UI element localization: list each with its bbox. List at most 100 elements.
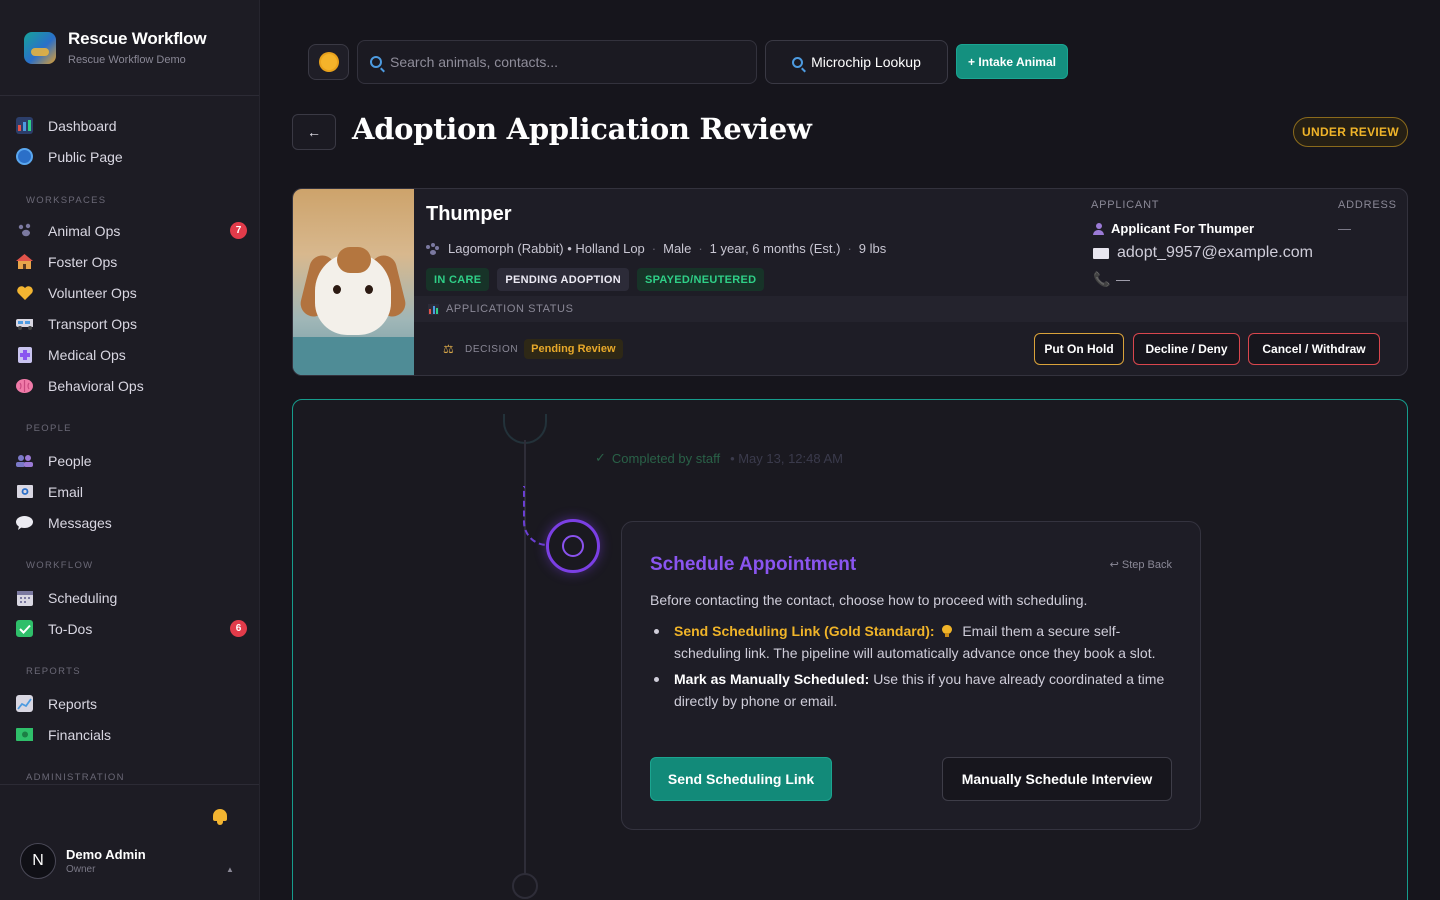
- sidebar-item-label: Volunteer Ops: [48, 284, 137, 301]
- sidebar-item-label: Financials: [48, 726, 112, 743]
- status-badge: UNDER REVIEW: [1293, 117, 1408, 147]
- search-input[interactable]: [390, 54, 750, 70]
- sidebar-item-email[interactable]: Email: [0, 476, 259, 507]
- sidebar-item-label: Foster Ops: [48, 253, 118, 270]
- sidebar-item-label: Email: [48, 483, 84, 500]
- bar-chart-icon: [16, 117, 33, 134]
- sidebar-item-transport-ops[interactable]: Transport Ops: [0, 308, 259, 339]
- application-summary-card: Thumper Lagomorph (Rabbit) • Holland Lop…: [292, 188, 1408, 376]
- search-icon: [792, 56, 804, 68]
- application-status-header: APPLICATION STATUS: [414, 296, 1407, 322]
- animal-name[interactable]: Thumper: [426, 203, 512, 226]
- globe-icon: [16, 148, 33, 165]
- intake-animal-button[interactable]: + Intake Animal: [956, 44, 1068, 79]
- animal-sex: Male: [663, 241, 692, 256]
- step-back-button[interactable]: ↩ Step Back: [1110, 558, 1172, 571]
- applicant-name[interactable]: Applicant For Thumper: [1093, 221, 1254, 236]
- sidebar-item-label: Public Page: [48, 148, 123, 165]
- sidebar-item-scheduling[interactable]: Scheduling: [0, 582, 259, 613]
- sidebar-item-messages[interactable]: Messages: [0, 507, 259, 538]
- schedule-appointment-card: Schedule Appointment ↩ Step Back Before …: [621, 521, 1201, 830]
- decline-button[interactable]: Decline / Deny: [1133, 333, 1240, 365]
- address-value: —: [1338, 221, 1351, 236]
- microchip-lookup-button[interactable]: Microchip Lookup: [765, 40, 948, 84]
- timeline-connector: [523, 486, 549, 546]
- sidebar-item-people[interactable]: People: [0, 445, 259, 476]
- sidebar-item-animal-ops[interactable]: Animal Ops 7: [0, 215, 259, 246]
- microchip-lookup-label: Microchip Lookup: [811, 54, 921, 70]
- option-title: Send Scheduling Link (Gold Standard):: [674, 623, 935, 639]
- sidebar-footer: N Demo Admin Owner ▲: [0, 784, 259, 900]
- completed-text: Completed by staff: [611, 450, 721, 466]
- brand-logo-icon: [24, 31, 56, 64]
- applicant-phone: 📞 —: [1093, 271, 1130, 287]
- sidebar-item-label: Messages: [48, 514, 112, 531]
- sidebar-item-behavioral-ops[interactable]: Behavioral Ops: [0, 370, 259, 401]
- van-icon: [16, 315, 33, 332]
- status-tag: SPAYED/NEUTERED: [636, 268, 765, 291]
- phone-icon: 📞: [1093, 271, 1111, 287]
- paw-icon: [426, 242, 439, 255]
- email-icon: [16, 483, 33, 500]
- medical-icon: [16, 346, 33, 363]
- send-scheduling-link-button[interactable]: Send Scheduling Link: [650, 757, 832, 801]
- brand-subtitle: Rescue Workflow Demo: [68, 54, 186, 66]
- scale-icon: ⚖: [443, 342, 454, 356]
- avatar: N: [20, 843, 56, 879]
- chat-bubble-icon: [16, 514, 33, 531]
- sidebar-item-reports[interactable]: Reports: [0, 688, 259, 719]
- sidebar-item-label: Scheduling: [48, 589, 118, 606]
- sidebar-item-volunteer-ops[interactable]: Volunteer Ops: [0, 277, 259, 308]
- list-item: Mark as Manually Scheduled: Use this if …: [650, 668, 1174, 712]
- notification-badge: 6: [230, 620, 247, 637]
- person-icon: [1093, 222, 1104, 235]
- calendar-icon: [16, 589, 33, 606]
- manually-schedule-button[interactable]: Manually Schedule Interview: [942, 757, 1172, 801]
- animal-weight: 9 lbs: [858, 241, 887, 256]
- lightbulb-icon: [942, 625, 953, 637]
- search-bar[interactable]: [357, 40, 757, 84]
- sidebar-item-label: Transport Ops: [48, 315, 137, 332]
- line-chart-icon: [16, 695, 33, 712]
- sidebar-item-medical-ops[interactable]: Medical Ops: [0, 339, 259, 370]
- sidebar-item-label: Medical Ops: [48, 346, 126, 363]
- applicant-email[interactable]: adopt_9957@example.com: [1093, 244, 1313, 262]
- status-tag: PENDING ADOPTION: [497, 268, 629, 291]
- bell-icon[interactable]: [211, 807, 229, 825]
- sun-icon: [320, 54, 337, 70]
- applicant-email-text: adopt_9957@example.com: [1117, 244, 1313, 261]
- sidebar: Rescue Workflow Rescue Workflow Demo Das…: [0, 0, 260, 900]
- people-icon: [16, 452, 33, 469]
- sidebar-item-to-dos[interactable]: To-Dos 6: [0, 613, 259, 644]
- sidebar-item-financials[interactable]: Financials: [0, 719, 259, 750]
- notification-badge: 7: [230, 222, 247, 239]
- search-icon: [370, 56, 382, 68]
- animal-photo[interactable]: [293, 189, 414, 375]
- house-icon: [16, 253, 33, 270]
- sidebar-item-label: Dashboard: [48, 117, 117, 134]
- theme-toggle-button[interactable]: [308, 44, 349, 80]
- animal-tags: IN CARE PENDING ADOPTION SPAYED/NEUTERED: [426, 268, 765, 291]
- sidebar-item-label: Reports: [48, 695, 98, 712]
- back-button[interactable]: ←: [292, 114, 336, 150]
- put-on-hold-button[interactable]: Put On Hold: [1034, 333, 1124, 365]
- bar-chart-icon: [428, 303, 439, 315]
- user-name: Demo Admin: [66, 847, 146, 862]
- brand[interactable]: Rescue Workflow Rescue Workflow Demo: [0, 0, 259, 96]
- sidebar-item-public-page[interactable]: Public Page: [0, 141, 259, 172]
- step-title: Schedule Appointment: [650, 554, 857, 575]
- sidebar-item-dashboard[interactable]: Dashboard: [0, 110, 259, 141]
- workflow-panel: ✓ Completed by staff • May 13, 12:48 AM …: [292, 399, 1408, 900]
- chevron-up-icon[interactable]: ▲: [226, 865, 234, 874]
- brand-title: Rescue Workflow: [68, 29, 207, 48]
- sidebar-item-label: Behavioral Ops: [48, 377, 144, 394]
- nav-section-people: PEOPLE: [26, 423, 72, 434]
- cancel-withdraw-button[interactable]: Cancel / Withdraw: [1248, 333, 1380, 365]
- option-title: Mark as Manually Scheduled:: [674, 671, 870, 687]
- sidebar-item-foster-ops[interactable]: Foster Ops: [0, 246, 259, 277]
- sidebar-item-label: To-Dos: [48, 620, 93, 637]
- address-label: ADDRESS: [1338, 199, 1397, 211]
- completed-date: • May 13, 12:48 AM: [730, 450, 844, 466]
- animal-species: Lagomorph (Rabbit) • Holland Lop: [448, 241, 645, 256]
- user-menu[interactable]: N Demo Admin Owner: [20, 843, 146, 879]
